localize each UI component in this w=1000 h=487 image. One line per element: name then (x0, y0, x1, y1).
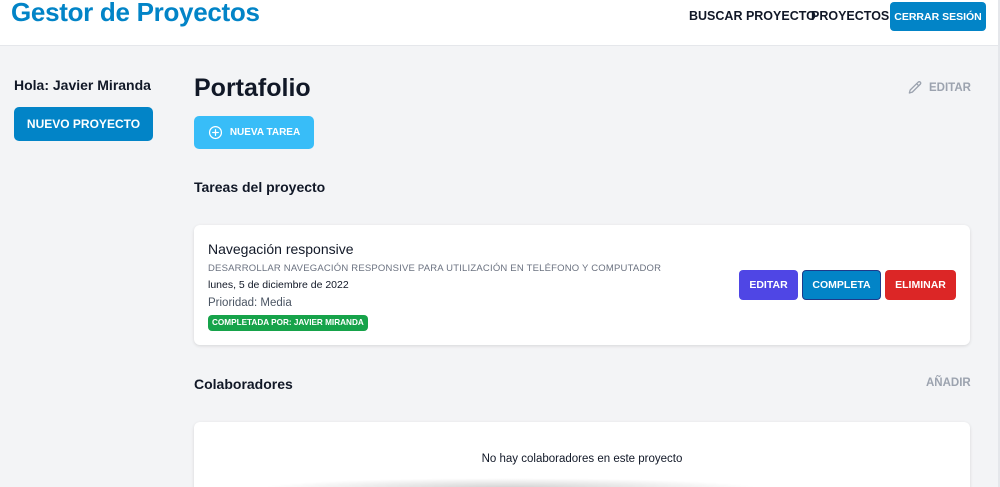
pencil-icon (908, 81, 922, 94)
add-collaborator-link[interactable]: AÑADIR (926, 377, 971, 389)
task-card: Navegación responsive DESARROLLAR NAVEGA… (194, 225, 970, 345)
edit-task-button[interactable]: EDITAR (739, 270, 798, 300)
task-priority: Prioridad: Media (208, 297, 292, 309)
new-task-label: NUEVA TAREA (229, 127, 301, 138)
edit-project-label: EDITAR (929, 82, 971, 94)
complete-task-button[interactable]: COMPLETA (802, 270, 881, 300)
edit-project-link[interactable]: EDITAR (907, 80, 971, 96)
task-description: DESARROLLAR NAVEGACIÓN RESPONSIVE PARA U… (208, 263, 662, 274)
new-project-button[interactable]: NUEVO PROYECTO (14, 107, 153, 141)
plus-circle-icon (208, 125, 222, 140)
brand-title[interactable]: Gestor de Proyectos (11, 0, 260, 28)
page-title: Portafolio (194, 74, 311, 102)
delete-task-button[interactable]: ELIMINAR (885, 270, 956, 300)
modal-shadow (260, 478, 760, 487)
task-name: Navegación responsive (208, 241, 354, 257)
collaborators-section-title: Colaboradores (194, 376, 293, 392)
nav-search-project[interactable]: BUSCAR PROYECTO (689, 9, 816, 23)
user-greeting: Hola: Javier Miranda (14, 77, 151, 93)
nav-projects[interactable]: PROYECTOS (811, 9, 889, 23)
no-collaborators-message: No hay colaboradores en este proyecto (481, 453, 683, 465)
new-task-button[interactable]: NUEVA TAREA (194, 116, 314, 149)
task-date: lunes, 5 de diciembre de 2022 (208, 279, 349, 291)
top-navbar: Gestor de Proyectos BUSCAR PROYECTO PROY… (0, 0, 998, 46)
tasks-section-title: Tareas del proyecto (194, 179, 326, 195)
logout-button[interactable]: CERRAR SESIÓN (890, 2, 986, 31)
completed-by-badge: COMPLETADA POR: JAVIER MIRANDA (208, 315, 368, 331)
